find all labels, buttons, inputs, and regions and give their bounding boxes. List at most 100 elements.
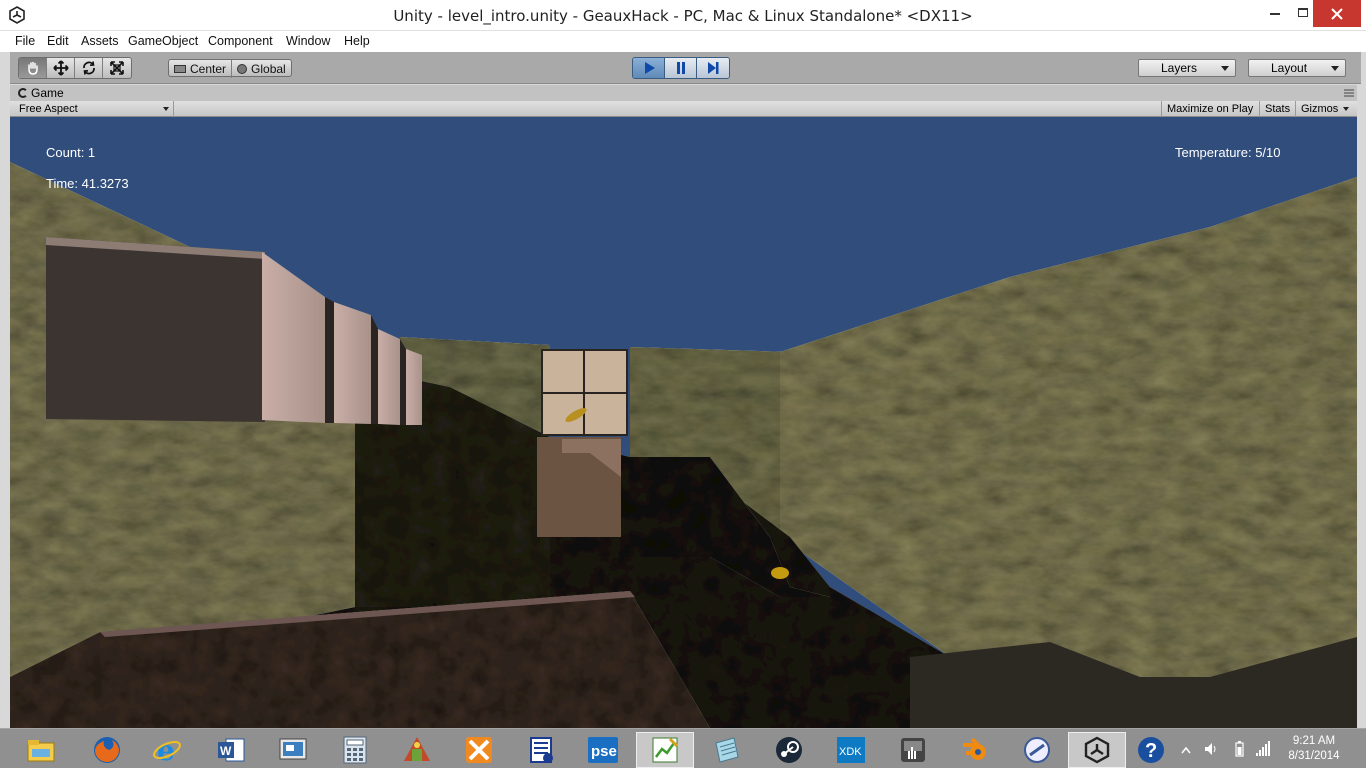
taskbar-intel-xdk[interactable]: XDK bbox=[822, 732, 880, 768]
transform-tools bbox=[18, 57, 132, 79]
stats-toggle[interactable]: Stats bbox=[1259, 101, 1295, 117]
taskbar-touch-app[interactable] bbox=[884, 732, 942, 768]
taskbar-xsplit[interactable] bbox=[450, 732, 508, 768]
taskbar-file-explorer[interactable] bbox=[12, 732, 70, 768]
menu-component[interactable]: Component bbox=[208, 34, 273, 48]
maximize-on-play-toggle[interactable]: Maximize on Play bbox=[1161, 101, 1258, 117]
taskbar-steam[interactable] bbox=[760, 732, 818, 768]
taskbar-firefox[interactable] bbox=[78, 732, 136, 768]
pivot-global-label: Global bbox=[251, 62, 286, 76]
game-tab-icon bbox=[18, 88, 28, 98]
hud-temperature: Temperature: 5/10 bbox=[1175, 145, 1281, 160]
taskbar-calculator[interactable] bbox=[326, 732, 384, 768]
rotate-tool-button[interactable] bbox=[75, 58, 103, 78]
clock-date: 8/31/2014 bbox=[1288, 750, 1340, 762]
overhang-face-3 bbox=[378, 329, 400, 425]
chevron-down-icon bbox=[1331, 66, 1339, 71]
wifi-signal-icon[interactable] bbox=[1256, 741, 1270, 756]
play-controls bbox=[632, 57, 730, 79]
tray-expand-icon[interactable] bbox=[1181, 746, 1191, 754]
system-tray bbox=[1181, 741, 1270, 757]
clock-time: 9:21 AM bbox=[1292, 735, 1336, 747]
taskbar-blender[interactable] bbox=[946, 732, 1004, 768]
title-bar: Unity - level_intro.unity - GeauxHack - … bbox=[0, 0, 1366, 31]
calculator-icon bbox=[343, 736, 367, 764]
taskbar-project[interactable] bbox=[636, 732, 694, 768]
pivot-toggles: Center Global bbox=[168, 59, 292, 78]
aspect-dropdown[interactable]: Free Aspect bbox=[10, 101, 174, 117]
layout-dropdown[interactable]: Layout bbox=[1248, 59, 1346, 77]
hand-tool-button[interactable] bbox=[19, 58, 47, 78]
menu-window[interactable]: Window bbox=[286, 34, 330, 48]
maximize-icon bbox=[1298, 8, 1308, 17]
pivot-center-button[interactable]: Center bbox=[169, 60, 233, 78]
play-button[interactable] bbox=[633, 58, 665, 78]
step-button[interactable] bbox=[697, 58, 729, 78]
taskbar: e W pse XDK ? 9:21 AM 8/31/2014 bbox=[0, 728, 1366, 768]
golden-coin bbox=[771, 567, 789, 579]
help-icon: ? bbox=[1138, 737, 1164, 763]
game-panel-tabbar: Game bbox=[10, 85, 1357, 101]
overhang-gap-3 bbox=[400, 339, 406, 425]
minimize-icon bbox=[1270, 13, 1280, 15]
hud-count: Count: 1 bbox=[46, 145, 96, 160]
close-icon bbox=[1331, 8, 1343, 20]
pause-icon bbox=[676, 62, 685, 74]
project-icon bbox=[652, 737, 679, 763]
pse-label: pse bbox=[591, 743, 617, 760]
unity-icon bbox=[1084, 736, 1110, 764]
game-app-icon bbox=[404, 737, 430, 761]
svg-text:W: W bbox=[220, 744, 232, 758]
taskbar-notepad[interactable] bbox=[698, 732, 756, 768]
overhang-face-4 bbox=[406, 349, 422, 425]
taskbar-remote-desktop[interactable] bbox=[264, 732, 322, 768]
move-tool-button[interactable] bbox=[47, 58, 75, 78]
taskbar-game-app[interactable] bbox=[388, 732, 446, 768]
gizmos-dropdown[interactable]: Gizmos bbox=[1295, 101, 1352, 117]
tab-game[interactable]: Game bbox=[10, 85, 85, 101]
taskbar-internet-explorer[interactable]: e bbox=[138, 732, 196, 768]
menu-assets[interactable]: Assets bbox=[81, 34, 119, 48]
volume-icon[interactable] bbox=[1205, 743, 1216, 755]
internet-explorer-icon: e bbox=[153, 735, 181, 765]
remote-desktop-icon bbox=[279, 738, 307, 760]
taskbar-help[interactable]: ? bbox=[1122, 732, 1180, 768]
layout-label: Layout bbox=[1271, 61, 1308, 75]
menu-gameobject[interactable]: GameObject bbox=[128, 34, 198, 48]
game-view-options: Free Aspect Maximize on Play Stats Gizmo… bbox=[10, 101, 1357, 117]
pause-button[interactable] bbox=[665, 58, 697, 78]
taskbar-unity[interactable] bbox=[1068, 732, 1126, 768]
window-title: Unity - level_intro.unity - GeauxHack - … bbox=[393, 7, 973, 25]
svg-text:e: e bbox=[157, 735, 175, 765]
battery-icon[interactable] bbox=[1235, 741, 1244, 757]
chevron-down-icon bbox=[163, 107, 169, 111]
scale-tool-button[interactable] bbox=[103, 58, 131, 78]
menu-help[interactable]: Help bbox=[344, 34, 370, 48]
menu-file[interactable]: File bbox=[15, 34, 35, 48]
taskbar-remote-app[interactable] bbox=[1008, 732, 1066, 768]
chevron-down-icon bbox=[1221, 66, 1229, 71]
network-icon bbox=[530, 737, 553, 763]
photoshop-elements-icon: pse bbox=[588, 737, 618, 763]
system-clock[interactable]: 9:21 AM 8/31/2014 bbox=[1282, 734, 1346, 764]
layers-dropdown[interactable]: Layers bbox=[1138, 59, 1236, 77]
globe-icon bbox=[237, 64, 248, 74]
xdk-label: XDK bbox=[839, 746, 862, 758]
overhang-face-2 bbox=[334, 302, 371, 424]
xsplit-icon bbox=[466, 737, 492, 763]
panel-menu-icon[interactable] bbox=[1344, 89, 1354, 97]
taskbar-photoshop-elements[interactable]: pse bbox=[574, 732, 632, 768]
menu-edit[interactable]: Edit bbox=[47, 34, 69, 48]
game-view[interactable]: Count: 1 Time: 41.3273 Temperature: 5/10 bbox=[10, 117, 1357, 728]
pivot-global-button[interactable]: Global bbox=[232, 60, 291, 78]
touch-app-icon bbox=[901, 738, 925, 762]
taskbar-network[interactable] bbox=[512, 732, 570, 768]
tab-game-label: Game bbox=[31, 86, 64, 100]
scale-icon bbox=[110, 61, 124, 75]
firefox-icon bbox=[94, 737, 120, 763]
overhang-gap-2 bbox=[371, 315, 378, 424]
file-explorer-icon bbox=[27, 740, 55, 762]
taskbar-word[interactable]: W bbox=[202, 732, 260, 768]
rotate-icon bbox=[82, 61, 95, 75]
close-button[interactable] bbox=[1313, 0, 1361, 27]
